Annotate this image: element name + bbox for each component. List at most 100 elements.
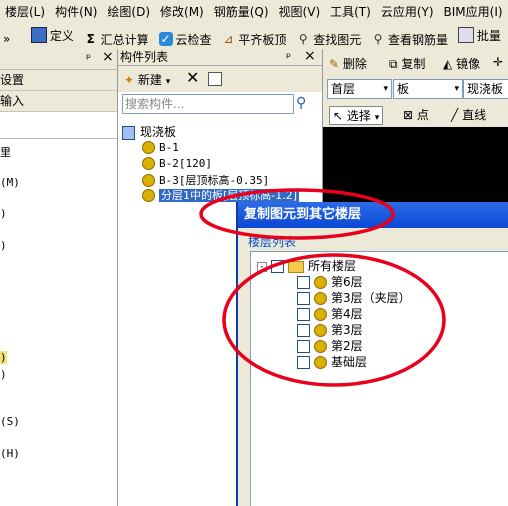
menu-floor[interactable]: 楼层(L) xyxy=(0,0,50,22)
menu-bim[interactable]: BIM应用(I) xyxy=(439,0,508,22)
chevron-down-icon: ▾ xyxy=(374,113,380,123)
main-toolbar: » 定义 Σ 汇总计算 ✓ 云检查 ⊿ 平齐板顶 ⚲ 查找图元 ⚲ 查看钢筋量 … xyxy=(0,22,508,50)
menu-tools[interactable]: 工具(T) xyxy=(325,0,376,22)
pin-icon[interactable]: ᵖ xyxy=(86,51,91,65)
line-icon: ╱ xyxy=(451,108,459,122)
checkbox[interactable] xyxy=(297,340,310,353)
menu-cloud[interactable]: 云应用(Y) xyxy=(376,0,439,22)
sigma-icon: Σ xyxy=(86,32,95,46)
batch-icon xyxy=(457,27,474,43)
define-button[interactable]: 定义 xyxy=(28,23,77,47)
chevron-down-icon: ▾ xyxy=(454,84,459,94)
floor-select[interactable]: 首层 ▾ xyxy=(327,79,392,99)
left-tree-item[interactable]: ) xyxy=(0,207,7,220)
toolbar-overflow-button[interactable]: » xyxy=(0,27,24,49)
tree-root-cast-slab[interactable]: 现浇板 xyxy=(122,123,176,140)
component-list-title: 构件列表 xyxy=(120,50,169,64)
cloud-check-button[interactable]: ✓ 云检查 xyxy=(156,27,215,49)
component-list-header: 构件列表 ᵖ × xyxy=(118,49,322,66)
checkbox[interactable] xyxy=(297,292,310,305)
cloud-check-icon: ✓ xyxy=(158,32,173,46)
floor-item[interactable]: 第4层 xyxy=(297,305,363,322)
pin-icon[interactable]: ᵖ xyxy=(286,49,291,65)
subtype-select[interactable]: 现浇板 xyxy=(463,79,508,99)
menu-draw[interactable]: 绘图(D) xyxy=(102,0,155,22)
floor-item[interactable]: 第3层 xyxy=(297,321,363,338)
left-panel-header: ᵖ × xyxy=(0,49,117,70)
chevron-down-icon: ▾ xyxy=(165,77,171,87)
tree-item-layered-slab[interactable]: 分层1中的板[层顶标高-1.2] xyxy=(142,187,300,203)
mirror-button[interactable]: ◭ 镜像 xyxy=(443,55,480,72)
tree-item-b3[interactable]: B-3[层顶标高-0.35] xyxy=(142,172,269,188)
menu-modify[interactable]: 修改(M) xyxy=(155,0,209,22)
checkbox[interactable] xyxy=(271,260,284,273)
select-button[interactable]: ↖ 选择 ▾ xyxy=(329,106,384,125)
floor-item[interactable]: 第2层 xyxy=(297,337,363,354)
line-button[interactable]: ╱ 直线 xyxy=(451,106,486,123)
define-icon xyxy=(30,27,47,43)
gear-icon xyxy=(314,292,327,305)
menu-bar: 楼层(L) 构件(N) 绘图(D) 修改(M) 钢筋量(Q) 视图(V) 工具(T) 云应用(… xyxy=(0,0,508,22)
view-rebar-button[interactable]: ⚲ 查看钢筋量 xyxy=(368,27,451,49)
view-rebar-icon: ⚲ xyxy=(373,32,383,46)
input-row[interactable]: 输入 xyxy=(0,91,117,112)
mirror-icon: ◭ xyxy=(443,57,453,71)
tree-root-all-floors[interactable]: - 所有楼层 xyxy=(257,257,356,274)
align-slab-top-button[interactable]: ⊿ 平齐板顶 xyxy=(218,27,289,49)
find-element-icon: ⚲ xyxy=(298,32,308,46)
close-icon[interactable]: × xyxy=(304,49,316,64)
gear-icon xyxy=(314,308,327,321)
checkbox[interactable] xyxy=(297,308,310,321)
left-tree-item[interactable]: ) xyxy=(0,368,7,381)
menu-view[interactable]: 视图(V) xyxy=(274,0,326,22)
batch-button[interactable]: 批量 xyxy=(455,23,504,47)
search-input[interactable]: 搜索构件... xyxy=(122,94,294,114)
copy-to-floors-dialog: 复制图元到其它楼层 楼层列表 - 所有楼层 第6层 第3层（夹层） 第4层 第3层… xyxy=(236,202,508,506)
left-tree-item[interactable]: (H) xyxy=(0,447,20,460)
left-panel-spacer xyxy=(0,112,117,139)
eraser-icon: ✎ xyxy=(329,57,340,71)
gear-icon xyxy=(314,276,327,289)
left-tree-item[interactable]: (M) xyxy=(0,176,20,189)
copy-icon[interactable] xyxy=(208,72,222,86)
folder-icon xyxy=(288,260,304,273)
settings-row[interactable]: 设置 xyxy=(0,70,117,91)
component-list-toolbar: ✦ 新建 ▾ ✕ xyxy=(118,66,322,92)
search-icon[interactable]: ⚲ xyxy=(296,95,306,111)
delete-icon[interactable]: ✕ xyxy=(186,68,199,87)
checkbox[interactable] xyxy=(297,276,310,289)
left-tree-item[interactable]: (S) xyxy=(0,415,20,428)
copy-button[interactable]: ⧉ 复制 xyxy=(389,55,425,72)
left-tree-item[interactable]: 里 xyxy=(0,144,11,160)
new-button[interactable]: ✦ 新建 ▾ xyxy=(124,71,170,88)
point-button[interactable]: ⊠ 点 xyxy=(403,106,429,123)
left-tree-item[interactable]: ) xyxy=(0,351,7,364)
gear-icon xyxy=(142,157,155,170)
left-tree-item[interactable]: ) xyxy=(0,239,7,252)
tree-item-b2[interactable]: B-2[120] xyxy=(142,156,212,170)
book-icon xyxy=(122,125,135,140)
checkbox[interactable] xyxy=(297,324,310,337)
move-icon[interactable]: ✛ xyxy=(493,55,503,69)
close-icon[interactable]: × xyxy=(102,49,114,65)
checkbox[interactable] xyxy=(297,356,310,369)
summary-calc-button[interactable]: Σ 汇总计算 xyxy=(81,27,152,49)
tree-item-b1[interactable]: B-1 xyxy=(142,140,179,154)
cursor-icon: ↖ xyxy=(333,109,344,123)
chevron-down-icon: ▾ xyxy=(383,84,388,94)
gear-icon xyxy=(142,189,155,202)
floor-tree: - 所有楼层 第6层 第3层（夹层） 第4层 第3层 第2层 基础层 xyxy=(250,251,508,506)
gear-icon xyxy=(314,356,327,369)
floor-list-label: 楼层列表 xyxy=(248,235,297,249)
menu-rebar[interactable]: 钢筋量(Q) xyxy=(209,0,274,22)
floor-item[interactable]: 第3层（夹层） xyxy=(297,289,411,306)
floor-item[interactable]: 基础层 xyxy=(297,353,367,370)
type-select[interactable]: 板 ▾ xyxy=(393,79,463,99)
floor-item[interactable]: 第6层 xyxy=(297,273,363,290)
menu-component[interactable]: 构件(N) xyxy=(50,0,102,22)
find-element-button[interactable]: ⚲ 查找图元 xyxy=(293,27,364,49)
align-slab-icon: ⊿ xyxy=(223,32,234,46)
copy-icon: ⧉ xyxy=(389,57,398,71)
delete-button[interactable]: ✎ 删除 xyxy=(329,55,367,72)
left-panel: ᵖ × 设置 输入 里 (M) ) ) ) ) (S) (H) xyxy=(0,49,118,506)
